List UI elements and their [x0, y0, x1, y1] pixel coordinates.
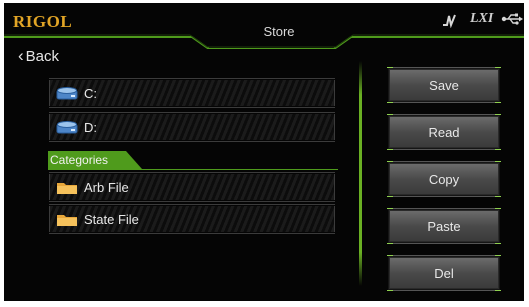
disk-icon	[56, 87, 78, 100]
save-button[interactable]: Save	[387, 67, 501, 103]
disk-icon	[56, 121, 78, 134]
lxi-icon: LXI	[470, 11, 494, 26]
drive-label: C:	[84, 85, 97, 101]
back-label: Back	[25, 47, 60, 65]
category-item-arb-file[interactable]: Arb File	[49, 172, 335, 202]
rigol-logo: RIGOL	[13, 12, 73, 31]
panel-divider	[359, 61, 362, 286]
read-button[interactable]: Read	[387, 114, 501, 150]
drive-item-d[interactable]: D:	[49, 112, 335, 142]
folder-icon	[57, 182, 77, 194]
title-bar: RIGOL Store LXI	[4, 3, 524, 49]
copy-button[interactable]: Copy	[387, 161, 501, 197]
category-label: State File	[84, 211, 139, 227]
drive-label: D:	[84, 119, 97, 135]
usb-icon	[501, 13, 523, 25]
category-item-state-file[interactable]: State File	[49, 204, 335, 234]
page-title: Store	[263, 24, 295, 39]
categories-title: Categories	[50, 153, 109, 167]
chevron-left-icon: ‹	[18, 46, 24, 65]
pulse-icon	[443, 14, 456, 28]
drive-item-c[interactable]: C:	[49, 78, 335, 108]
category-label: Arb File	[84, 179, 129, 195]
paste-button[interactable]: Paste	[387, 208, 501, 244]
store-screen: RIGOL Store LXI ‹ Back C: D: Categories …	[4, 3, 524, 301]
back-button[interactable]: ‹ Back	[18, 46, 59, 66]
del-button[interactable]: Del	[387, 255, 501, 291]
folder-icon	[57, 214, 77, 226]
